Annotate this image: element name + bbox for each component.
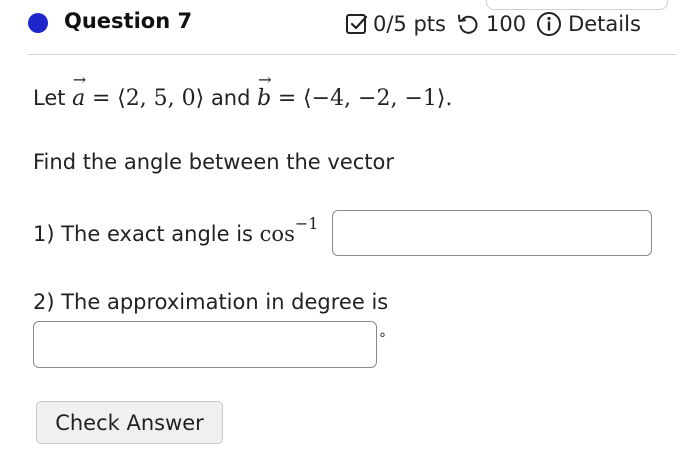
and-label: and — [210, 86, 251, 110]
info-icon[interactable] — [536, 11, 562, 37]
question-page: Question 7 0/5 pts 100 Details Let → a =… — [0, 0, 700, 455]
part2-label: 2) The approximation in degree is — [33, 290, 389, 314]
retry-icon[interactable] — [456, 12, 480, 36]
vector-a-components: ⟨2, 5, 0⟩ — [117, 86, 205, 111]
statement-period: . — [445, 86, 453, 111]
equals-sign-a: = — [91, 86, 111, 111]
part1-label: 1) The exact angle is — [33, 222, 253, 246]
question-meta: 0/5 pts 100 Details — [345, 11, 641, 37]
points-text: 0/5 pts — [373, 12, 446, 36]
question-status-dot — [28, 13, 48, 33]
part1-prompt: 1) The exact angle is cos−1 — [33, 214, 318, 246]
let-label: Let — [33, 86, 66, 110]
check-answer-button[interactable]: Check Answer — [36, 401, 223, 444]
question-header: Question 7 0/5 pts 100 Details — [0, 0, 700, 55]
cos-function: cos — [259, 222, 295, 246]
checkbox-icon — [345, 12, 369, 36]
header-divider — [28, 54, 676, 55]
degree-unit: ° — [379, 331, 386, 347]
vector-a-symbol: → a — [72, 70, 87, 112]
equals-sign-b: = — [277, 86, 297, 111]
exact-angle-input[interactable] — [332, 210, 652, 256]
question-title: Question 7 — [64, 9, 193, 33]
details-link[interactable]: Details — [568, 12, 641, 36]
vector-b-symbol: → b — [257, 70, 272, 112]
instruction-text: Find the angle between the vector — [33, 150, 395, 174]
problem-statement: Let → a = ⟨2, 5, 0⟩ and → b = ⟨−4, −2, −1⟩… — [33, 70, 453, 112]
vector-b-components: ⟨−4, −2, −1⟩ — [303, 86, 446, 111]
attempts-text: 100 — [485, 12, 527, 36]
inverse-exponent: −1 — [294, 214, 319, 233]
degree-approximation-input[interactable] — [33, 321, 377, 368]
